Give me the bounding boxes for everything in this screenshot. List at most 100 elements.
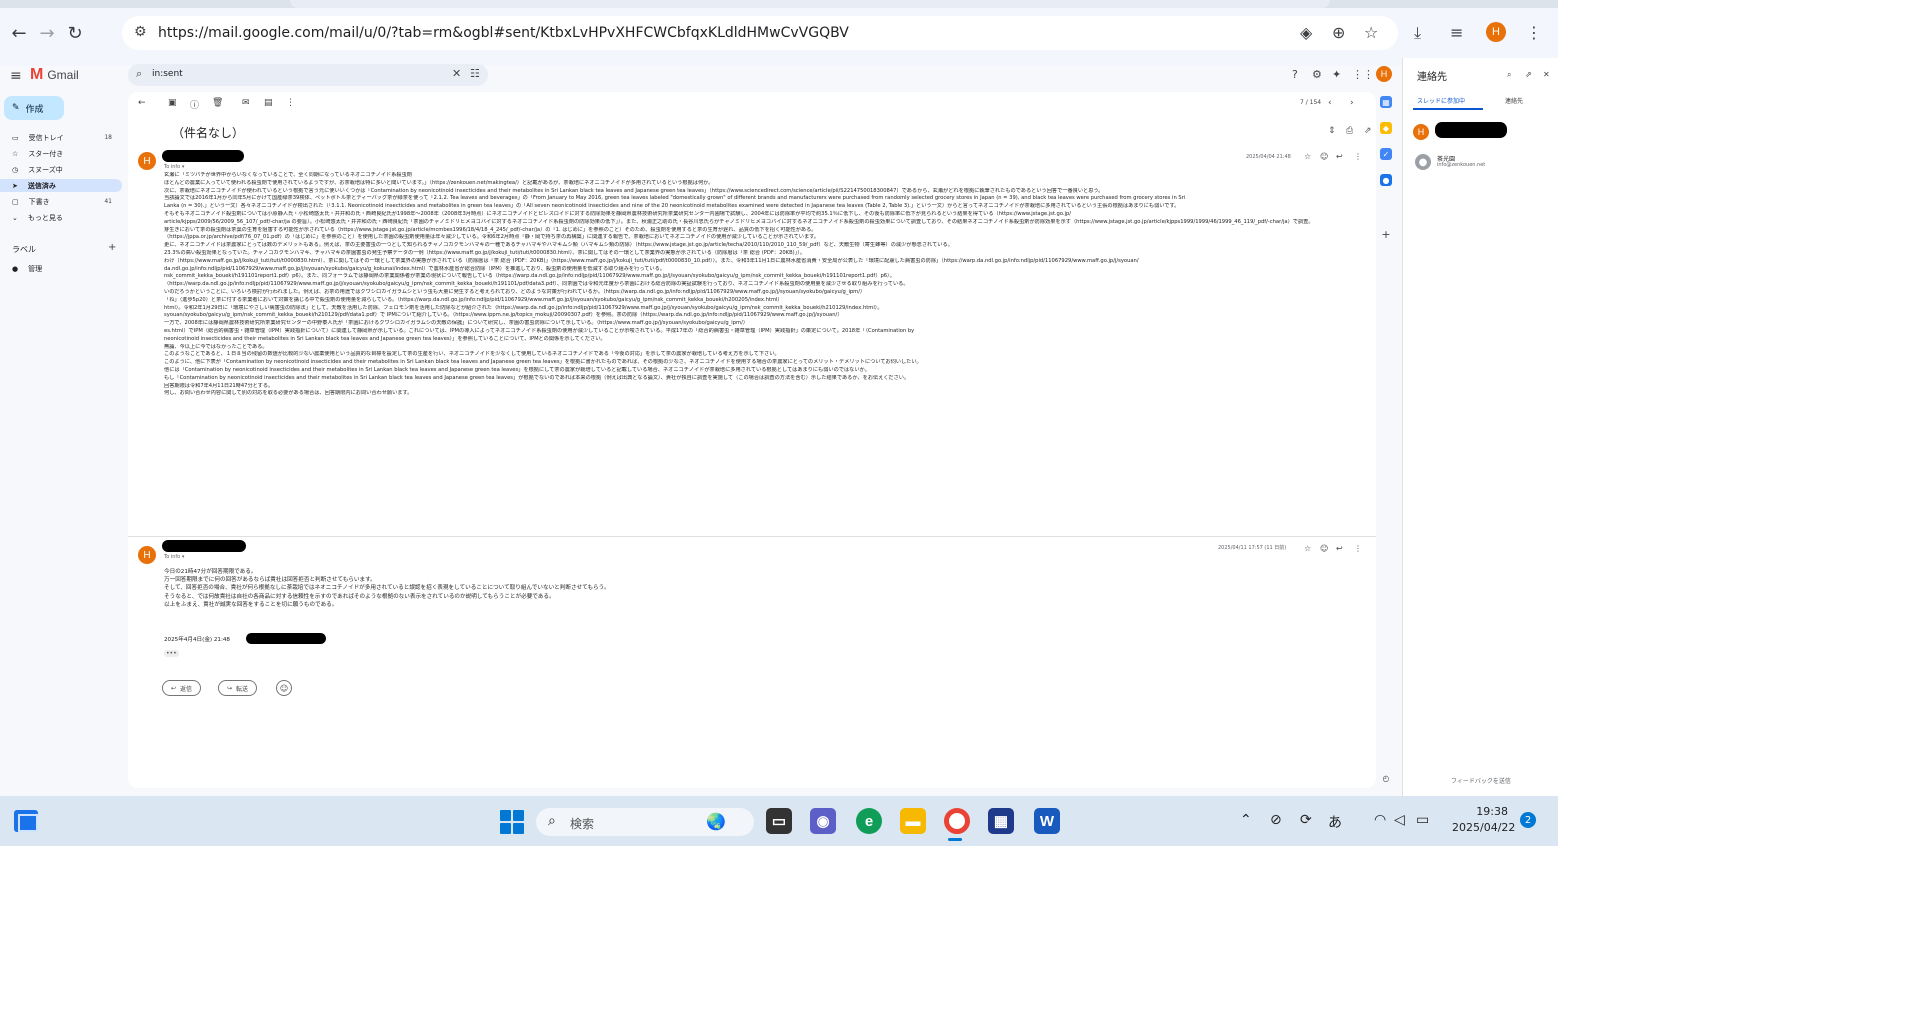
emoji-reaction-icon[interactable]: ☺ (1320, 152, 1328, 161)
print-icon[interactable]: ⎙ (1346, 126, 1353, 136)
sender-avatar[interactable]: H (138, 152, 156, 170)
address-bar[interactable]: ⚙ https://mail.google.com/mail/u/0/?tab=… (122, 16, 1398, 50)
add-label-icon[interactable]: + (108, 242, 116, 253)
panel-search-icon[interactable]: ⌕ (1507, 70, 1511, 80)
bookmark-star-icon[interactable]: ☆ (1364, 23, 1378, 42)
forward-arrow-icon[interactable]: → (36, 22, 58, 44)
word-icon[interactable]: W (1034, 808, 1060, 834)
battery-icon[interactable]: ▭ (1416, 812, 1429, 828)
sync-icon[interactable]: ⟳ (1300, 812, 1312, 828)
nav-item-sent[interactable]: ➤ 送信済み (0, 179, 122, 192)
clear-search-icon[interactable]: ✕ (452, 67, 461, 80)
archive-icon[interactable]: ▣ (168, 98, 177, 108)
open-new-window-icon[interactable]: ⇗ (1364, 126, 1372, 136)
search-options-icon[interactable]: ☷ (470, 67, 480, 80)
emoji-reaction-icon[interactable]: ☺ (1320, 544, 1328, 553)
recipient-details[interactable]: To info ▾ (164, 554, 184, 560)
mark-unread-icon[interactable]: ✉ (242, 98, 250, 108)
sender-avatar[interactable]: H (138, 546, 156, 564)
back-arrow-icon[interactable]: ← (8, 22, 30, 44)
redacted-participant-name (1435, 122, 1507, 138)
wifi-icon[interactable]: ◠ (1374, 812, 1386, 828)
teams-icon[interactable]: ◉ (810, 808, 836, 834)
start-button[interactable] (500, 810, 524, 834)
active-tab[interactable] (290, 0, 1330, 8)
ime-indicator[interactable]: あ (1328, 812, 1342, 832)
extension-icon[interactable]: ◈ (1300, 23, 1312, 42)
contacts-icon[interactable]: ● (1380, 174, 1392, 186)
apps-grid-icon[interactable]: ⋮⋮ (1352, 68, 1374, 81)
gmail-logo[interactable]: M Gmail (30, 66, 79, 84)
hide-panel-icon[interactable]: ◴ (1380, 772, 1392, 784)
search-icon[interactable]: ⌕ (136, 67, 142, 81)
help-icon[interactable]: ? (1292, 68, 1298, 81)
volume-icon[interactable]: ◁ (1394, 812, 1405, 828)
widgets-icon[interactable] (14, 810, 38, 832)
reply-button[interactable]: ↩ 返信 (162, 680, 202, 696)
compose-button[interactable]: ✎ 作成 (4, 96, 64, 120)
reply-icon[interactable]: ↩ (1336, 544, 1343, 553)
recipient-details[interactable]: To info ▾ (164, 164, 184, 170)
person-icon[interactable]: ● (1415, 154, 1431, 170)
emoji-button[interactable]: ☺ (276, 680, 292, 696)
redacted-sender-name (162, 540, 246, 552)
panel-open-icon[interactable]: ⇗ (1525, 70, 1532, 79)
star-message-icon[interactable]: ☆ (1304, 152, 1311, 161)
browser-menu-icon[interactable]: ⋮ (1526, 23, 1542, 42)
notification-badge[interactable]: 2 (1520, 812, 1536, 828)
store-icon[interactable]: ▦ (988, 808, 1014, 834)
message-more-icon[interactable]: ⋮ (1354, 152, 1362, 161)
forward-button[interactable]: ↪ 転送 (218, 680, 258, 696)
edge-icon[interactable]: e (856, 808, 882, 834)
reply-icon[interactable]: ↩ (1336, 152, 1343, 161)
move-to-icon[interactable]: ▤ (264, 98, 273, 108)
back-to-list-icon[interactable]: ← (138, 98, 146, 108)
main-menu-icon[interactable]: ≡ (10, 68, 22, 84)
nav-item-inbox[interactable]: ▭ 受信トレイ 18 (0, 131, 122, 144)
keep-icon[interactable]: ◆ (1380, 122, 1392, 134)
panel-close-icon[interactable]: ✕ (1543, 70, 1550, 79)
calendar-icon[interactable]: ▦ (1380, 96, 1392, 108)
gemini-icon[interactable]: ✦ (1332, 68, 1341, 81)
tab-thread-participants[interactable]: スレッドに参加中 (1417, 96, 1465, 105)
settings-gear-icon[interactable]: ⚙ (1312, 68, 1322, 81)
nav-item-drafts[interactable]: ▢ 下書き 41 (0, 195, 122, 208)
reload-icon[interactable]: ↻ (64, 22, 86, 44)
star-message-icon[interactable]: ☆ (1304, 544, 1311, 553)
nav-label: 送信済み (27, 181, 56, 190)
account-avatar[interactable]: H (1376, 66, 1392, 82)
download-icon[interactable]: ⤓ (1414, 23, 1421, 43)
nav-label: 下書き (28, 197, 50, 206)
label-item-kanri[interactable]: ● 管理 (0, 262, 122, 275)
nav-item-snoozed[interactable]: ◷ スヌーズ中 (0, 163, 122, 176)
reading-list-icon[interactable]: ≡ (1450, 23, 1463, 42)
more-actions-icon[interactable]: ⋮ (286, 98, 295, 108)
mail-search-bar[interactable]: ⌕ in:sent ✕ ☷ (128, 64, 488, 86)
search-input[interactable]: in:sent (152, 69, 183, 79)
older-chevron-icon[interactable]: › (1350, 98, 1354, 108)
report-spam-icon[interactable]: ⓘ (190, 98, 199, 111)
taskbar-search[interactable]: ⌕ 検索 🌏 (536, 808, 754, 836)
tasks-icon[interactable]: ✓ (1380, 148, 1392, 160)
message-more-icon[interactable]: ⋮ (1354, 544, 1362, 553)
send-feedback-link[interactable]: フィードバックを送信 (1451, 776, 1511, 785)
zoom-icon[interactable]: ⊕ (1332, 23, 1345, 42)
browser-profile-avatar[interactable]: H (1486, 22, 1506, 42)
quoted-date: 2025年4月4日(金) 21:48 (164, 637, 230, 643)
newer-chevron-icon[interactable]: ‹ (1328, 98, 1332, 108)
file-explorer-icon[interactable]: ▬ (900, 808, 926, 834)
tab-contacts[interactable]: 連絡先 (1505, 96, 1523, 105)
system-clock[interactable]: 19:38 2025/04/22 (1452, 804, 1515, 836)
delete-icon[interactable]: 🗑 (212, 98, 223, 108)
show-trimmed-content-icon[interactable]: ••• (164, 650, 179, 657)
chevron-up-icon[interactable]: ⌃ (1240, 812, 1252, 828)
chrome-icon[interactable] (944, 808, 970, 834)
participant-avatar[interactable]: H (1413, 124, 1429, 140)
site-info-icon[interactable]: ⚙ (134, 24, 147, 40)
collapse-all-icon[interactable]: ⇕ (1328, 126, 1336, 136)
get-addons-icon[interactable]: + (1380, 228, 1392, 241)
nav-item-starred[interactable]: ☆ スター付き (0, 147, 122, 160)
nav-item-more[interactable]: ⌄ もっと見る (0, 211, 122, 224)
security-icon[interactable]: ⊘ (1270, 812, 1282, 828)
task-view-icon[interactable]: ▭ (766, 808, 792, 834)
